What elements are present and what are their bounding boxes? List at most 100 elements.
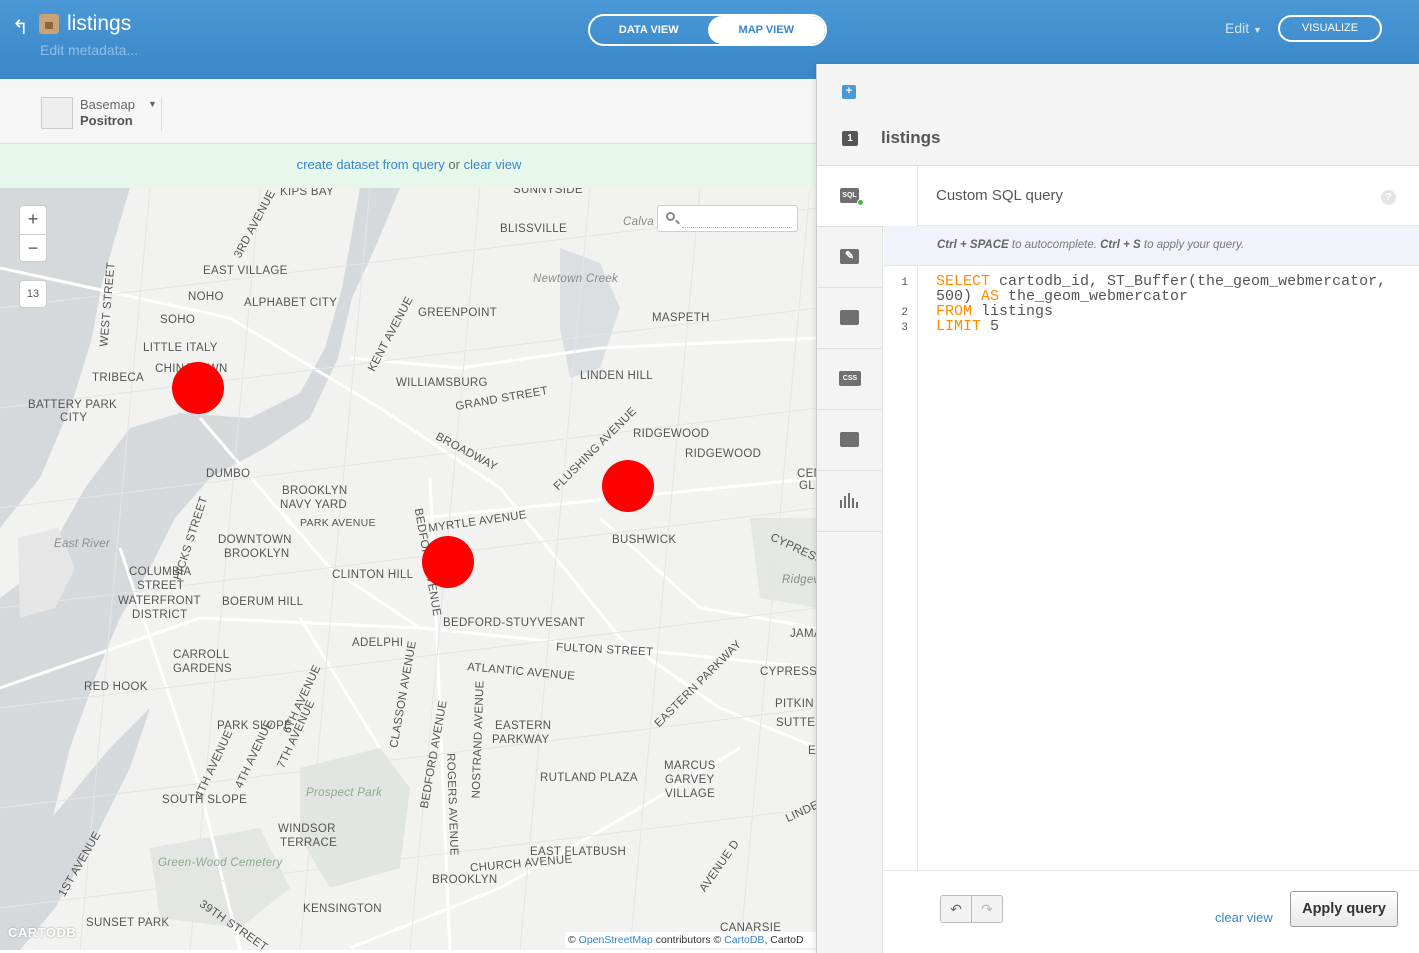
apply-query-button[interactable]: Apply query bbox=[1290, 891, 1398, 927]
basemap-value[interactable]: Positron bbox=[80, 113, 133, 128]
edit-menu[interactable]: Edit ▼ bbox=[1225, 20, 1262, 36]
sql-code-editor[interactable]: SELECT cartodb_id, ST_Buffer(the_geom_we… bbox=[936, 274, 1386, 334]
attribution-suffix: , CartoD bbox=[764, 934, 804, 946]
map-label: WINDSOR bbox=[278, 823, 336, 835]
sql-keyword: LIMIT bbox=[936, 318, 982, 335]
map-label: SOHO bbox=[160, 314, 196, 326]
attribution-mid: contributors © bbox=[655, 934, 722, 946]
map-point[interactable] bbox=[602, 460, 654, 512]
edit-menu-label: Edit bbox=[1225, 20, 1250, 36]
status-dot-icon bbox=[857, 199, 864, 206]
tab-css[interactable]: CSS bbox=[817, 349, 883, 410]
map-label: CARROLL bbox=[173, 649, 230, 661]
sql-text: 5 bbox=[981, 318, 1000, 335]
map-label: SUNSET PARK bbox=[86, 917, 170, 929]
map-label: GARVEY bbox=[665, 774, 715, 786]
map-label: KIPS BAY bbox=[280, 188, 334, 198]
clear-view-link[interactable]: clear view bbox=[1215, 910, 1273, 925]
map-point[interactable] bbox=[172, 362, 224, 414]
map-search-box[interactable] bbox=[657, 205, 798, 232]
map-label: WATERFRONT bbox=[118, 595, 201, 607]
map-label: LINDEN HILL bbox=[580, 370, 653, 382]
map-canvas[interactable]: KIPS BAY SUNNYSIDE 3RD AVENUE BLISSVILLE… bbox=[0, 188, 818, 950]
map-label: Green-Wood Cemetery bbox=[158, 857, 283, 869]
map-label: VILLAGE bbox=[665, 788, 716, 800]
map-label: PARK AVENUE bbox=[300, 517, 376, 529]
paintbrush-icon: ✎ bbox=[840, 249, 859, 264]
hint-key: Ctrl + S bbox=[1100, 239, 1141, 251]
map-label: ALPHABET CITY bbox=[244, 297, 338, 309]
osm-link[interactable]: OpenStreetMap bbox=[579, 934, 653, 946]
map-label: E bbox=[808, 745, 816, 757]
map-label: SUNNYSIDE bbox=[513, 188, 583, 196]
basemap-thumbnail[interactable] bbox=[41, 97, 73, 129]
edit-metadata-link[interactable]: Edit metadata... bbox=[40, 42, 138, 58]
hint-text-part: to autocomplete. bbox=[1011, 239, 1097, 251]
tab-filters[interactable] bbox=[817, 471, 883, 532]
tab-wizard[interactable]: ✎ bbox=[817, 227, 883, 288]
back-arrow-icon[interactable]: ↰ bbox=[12, 15, 29, 40]
map-label: RUTLAND PLAZA bbox=[540, 772, 638, 784]
map-label: TRIBECA bbox=[92, 372, 144, 384]
map-point[interactable] bbox=[422, 536, 474, 588]
view-switch: DATA VIEW MAP VIEW bbox=[588, 14, 827, 46]
attribution-prefix: © bbox=[568, 934, 576, 946]
undo-icon[interactable]: ↶ bbox=[941, 896, 971, 922]
query-notice-bar: create dataset from query or clear view bbox=[0, 144, 818, 188]
map-label: JAMA bbox=[790, 628, 818, 640]
map-label: LITTLE ITALY bbox=[143, 342, 218, 354]
map-label: KENSINGTON bbox=[303, 903, 382, 915]
basemap-label[interactable]: Basemap bbox=[80, 97, 135, 112]
line-number: 2 bbox=[901, 307, 908, 319]
map-label: DISTRICT bbox=[132, 609, 188, 621]
visualize-button[interactable]: VISUALIZE bbox=[1278, 15, 1382, 42]
map-label: PARKWAY bbox=[492, 734, 550, 746]
create-dataset-link[interactable]: create dataset from query bbox=[297, 157, 445, 172]
map-label: ADELPHI bbox=[352, 637, 404, 649]
add-layer-button[interactable]: + bbox=[842, 85, 856, 99]
zoom-control: + − bbox=[19, 205, 47, 262]
layer-number-badge: 1 bbox=[842, 131, 858, 146]
map-label: CLINTON HILL bbox=[332, 569, 414, 581]
map-label: SUTTER bbox=[776, 717, 818, 729]
map-search-input[interactable] bbox=[682, 210, 792, 228]
map-label: CITY bbox=[60, 412, 88, 424]
clear-view-link[interactable]: clear view bbox=[464, 157, 522, 172]
zoom-out-button[interactable]: − bbox=[20, 234, 46, 262]
map-label: BROOKLYN bbox=[432, 874, 498, 886]
layer-panel: + 1 listings SQL ✎ CSS Custom SQL query … bbox=[816, 64, 1419, 953]
help-icon[interactable]: ? bbox=[1381, 190, 1396, 205]
lock-icon[interactable] bbox=[39, 14, 59, 34]
map-label: PITKIN bbox=[775, 698, 814, 710]
map-label: COLUMBIA bbox=[129, 566, 192, 578]
map-label: WILLIAMSBURG bbox=[396, 377, 488, 389]
code-gutter: 1 2 3 bbox=[884, 266, 918, 953]
chevron-down-icon[interactable]: ▼ bbox=[148, 99, 157, 109]
map-attribution: © OpenStreetMap contributors © CartoDB, … bbox=[565, 932, 818, 948]
map-label: TERRACE bbox=[280, 837, 338, 849]
tab-map-view[interactable]: MAP VIEW bbox=[707, 16, 825, 44]
map-label: DUMBO bbox=[206, 468, 251, 480]
map-label: BEDFORD-STUYVESANT bbox=[443, 617, 586, 629]
tab-legends[interactable] bbox=[817, 410, 883, 471]
map-label: Newtown Creek bbox=[533, 273, 619, 285]
tab-data-view[interactable]: DATA VIEW bbox=[590, 16, 708, 44]
map-label: BROOKLYN bbox=[224, 548, 290, 560]
css-icon: CSS bbox=[839, 371, 861, 386]
map-label: DOWNTOWN bbox=[218, 534, 292, 546]
redo-icon[interactable]: ↷ bbox=[971, 896, 1002, 922]
map-label: NOHO bbox=[188, 291, 224, 303]
map-label: CYPRESS bbox=[760, 666, 818, 678]
layer-name[interactable]: listings bbox=[881, 128, 941, 148]
map-label: RED HOOK bbox=[84, 681, 148, 693]
sql-title: Custom SQL query bbox=[936, 187, 1063, 204]
map-label: BLISSVILLE bbox=[500, 223, 567, 235]
tab-sql[interactable]: SQL bbox=[817, 166, 886, 227]
zoom-in-button[interactable]: + bbox=[20, 206, 46, 234]
cartodb-link[interactable]: CartoDB bbox=[724, 934, 764, 946]
tab-infowindow[interactable] bbox=[817, 288, 883, 349]
dataset-title[interactable]: listings bbox=[67, 12, 131, 36]
map-label: BATTERY PARK bbox=[28, 399, 118, 411]
map-label: East River bbox=[54, 538, 111, 550]
map-label: GREENPOINT bbox=[418, 307, 498, 319]
